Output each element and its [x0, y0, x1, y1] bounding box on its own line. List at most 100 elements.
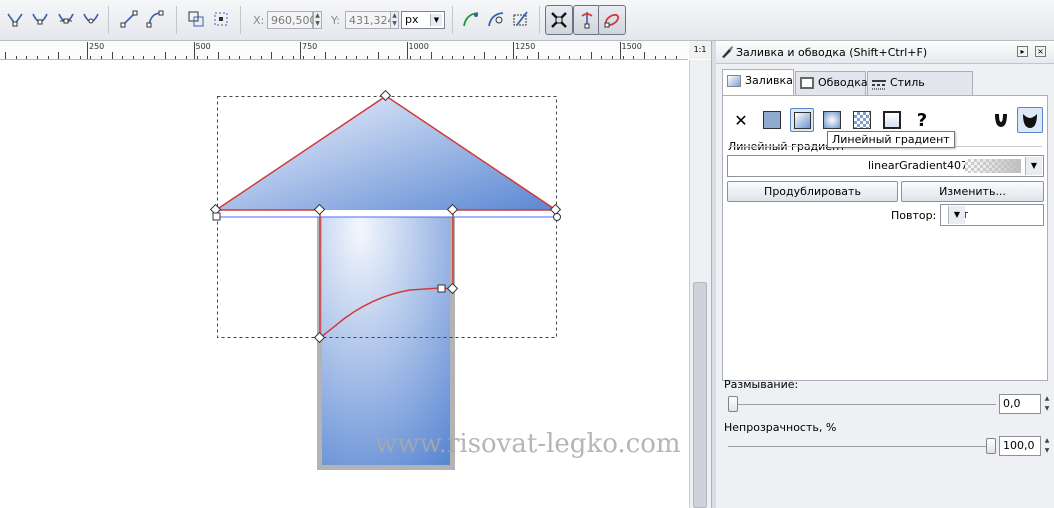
segment-curve-icon[interactable]	[144, 8, 166, 30]
close-panel-icon[interactable]: ×	[1035, 46, 1046, 57]
toolbar-separator	[240, 6, 241, 34]
ruler-tick	[399, 56, 401, 59]
ruler-major-tick	[300, 42, 301, 59]
y-spin-button[interactable]: ▲ ▼	[390, 11, 399, 29]
no-paint-icon[interactable]: ✕	[729, 108, 753, 132]
fill-rule-nonzero-icon[interactable]	[1017, 107, 1043, 133]
vertical-scrollbar[interactable]	[689, 60, 711, 508]
ruler-tick	[462, 56, 464, 59]
segment-line-icon[interactable]	[118, 8, 140, 30]
repeat-select[interactable]: нет ▼	[940, 204, 1044, 226]
stroke-to-path-icon[interactable]	[210, 8, 232, 30]
panel-header: Заливка и обводка (Shift+Ctrl+F) ▸ ×	[716, 41, 1054, 64]
ruler-tick	[473, 56, 475, 59]
ruler-tick	[494, 56, 496, 59]
blur-value-field[interactable]: 0,0	[999, 394, 1041, 414]
clip-path-icon[interactable]	[485, 8, 507, 30]
zoom-corner-button[interactable]: 1:1	[689, 41, 711, 59]
ruler-tick	[26, 56, 28, 59]
node-cusp-icon[interactable]	[4, 8, 26, 30]
ruler-tick	[186, 56, 188, 59]
tab-stroke-paint-label: Обводка	[818, 76, 868, 89]
ruler-tick	[441, 56, 443, 59]
ruler-tick	[654, 56, 656, 59]
ruler-major-tick	[193, 42, 195, 59]
show-handles-icon[interactable]	[545, 5, 573, 35]
tab-stroke-paint[interactable]: Обводка	[795, 71, 868, 95]
ruler-tick	[79, 56, 81, 59]
unset-paint-icon[interactable]: ?	[910, 108, 934, 132]
unit-select[interactable]: px ▼	[401, 11, 445, 29]
ruler-tick	[143, 56, 145, 59]
fill-tab-content: ✕ ? Линейный градиент Линейный градиент …	[722, 95, 1048, 381]
ruler-tick	[292, 56, 294, 59]
x-spin-button[interactable]: ▲ ▼	[313, 11, 322, 29]
ruler-tick	[537, 52, 539, 59]
ruler-major-tick	[406, 42, 408, 59]
toolbar-separator	[452, 6, 453, 34]
pattern-icon[interactable]	[850, 108, 874, 132]
ruler-tick	[5, 52, 6, 59]
gradient-select[interactable]: linearGradient4074 ▼	[727, 155, 1044, 177]
ruler-tick	[132, 56, 134, 59]
opacity-slider-thumb[interactable]	[986, 438, 996, 454]
node-smooth-icon[interactable]	[29, 8, 51, 30]
ruler-tick	[431, 52, 432, 59]
linear-gradient-icon[interactable]	[790, 108, 814, 132]
ruler-tick	[111, 52, 113, 59]
ruler-tick	[36, 56, 38, 59]
drawing-canvas[interactable]: www.risovat-legko.com	[0, 60, 688, 508]
scrollbar-thumb[interactable]	[693, 282, 707, 508]
toolbar-separator	[539, 6, 540, 34]
ruler-tick	[68, 56, 70, 59]
horizontal-ruler[interactable]: 250 500 750 1000 1250 1500	[0, 41, 688, 60]
ruler-tick	[367, 56, 369, 59]
blur-spin-button[interactable]: ▲ ▼	[1043, 394, 1051, 414]
mask-icon[interactable]	[510, 8, 532, 30]
opacity-spin-button[interactable]: ▲ ▼	[1043, 436, 1051, 456]
opacity-value-field[interactable]: 100,0	[999, 436, 1041, 456]
ruler-tick	[388, 56, 390, 59]
ruler-label: 750	[302, 42, 318, 51]
y-coordinate-field[interactable]: 431,324	[345, 11, 395, 29]
node-auto-icon[interactable]	[80, 8, 102, 30]
chevron-down-icon: ▼	[948, 206, 965, 224]
duplicate-button[interactable]: Продублировать	[727, 181, 898, 202]
ruler-tick	[15, 56, 17, 59]
ruler-major-tick	[87, 42, 88, 59]
path-effect-icon[interactable]	[460, 8, 482, 30]
opacity-label: Непрозрачность, %	[724, 421, 837, 434]
ruler-tick	[218, 52, 219, 59]
ruler-tick	[196, 56, 198, 59]
arrow-head[interactable]	[216, 96, 556, 210]
show-transform-handles-icon[interactable]	[573, 5, 601, 35]
toolbar-separator	[176, 6, 177, 34]
blur-slider-thumb[interactable]	[728, 396, 738, 412]
collapse-panel-icon[interactable]: ▸	[1017, 46, 1028, 57]
x-label: X:	[253, 14, 265, 27]
radial-gradient-icon[interactable]	[820, 108, 844, 132]
object-to-path-icon[interactable]	[185, 8, 207, 30]
node-symmetric-icon[interactable]	[55, 8, 77, 30]
opacity-slider-track[interactable]	[728, 446, 996, 447]
ruler-tick	[122, 56, 124, 59]
arrow-stem[interactable]	[322, 217, 450, 465]
fill-rule-evenodd-icon[interactable]	[989, 108, 1013, 132]
show-outline-icon[interactable]	[598, 5, 626, 35]
ruler-tick	[154, 56, 156, 59]
ruler-label: 1000	[408, 42, 429, 51]
ruler-tick	[249, 56, 251, 59]
arrow-gap	[216, 210, 556, 216]
tab-stroke-style[interactable]: Стиль обводки	[867, 71, 973, 111]
ruler-tick	[228, 56, 230, 59]
edit-gradient-button[interactable]: Изменить...	[901, 181, 1044, 202]
flat-color-icon[interactable]	[760, 108, 784, 132]
blur-slider-track[interactable]	[728, 404, 996, 405]
x-coordinate-field[interactable]: 960,500	[267, 11, 317, 29]
swatch-icon[interactable]	[880, 108, 904, 132]
ruler-label: 1250	[515, 42, 536, 51]
ruler-tick	[377, 52, 379, 59]
tab-fill[interactable]: Заливка	[722, 69, 794, 95]
ruler-tick	[612, 56, 614, 59]
ruler-tick	[58, 52, 60, 59]
